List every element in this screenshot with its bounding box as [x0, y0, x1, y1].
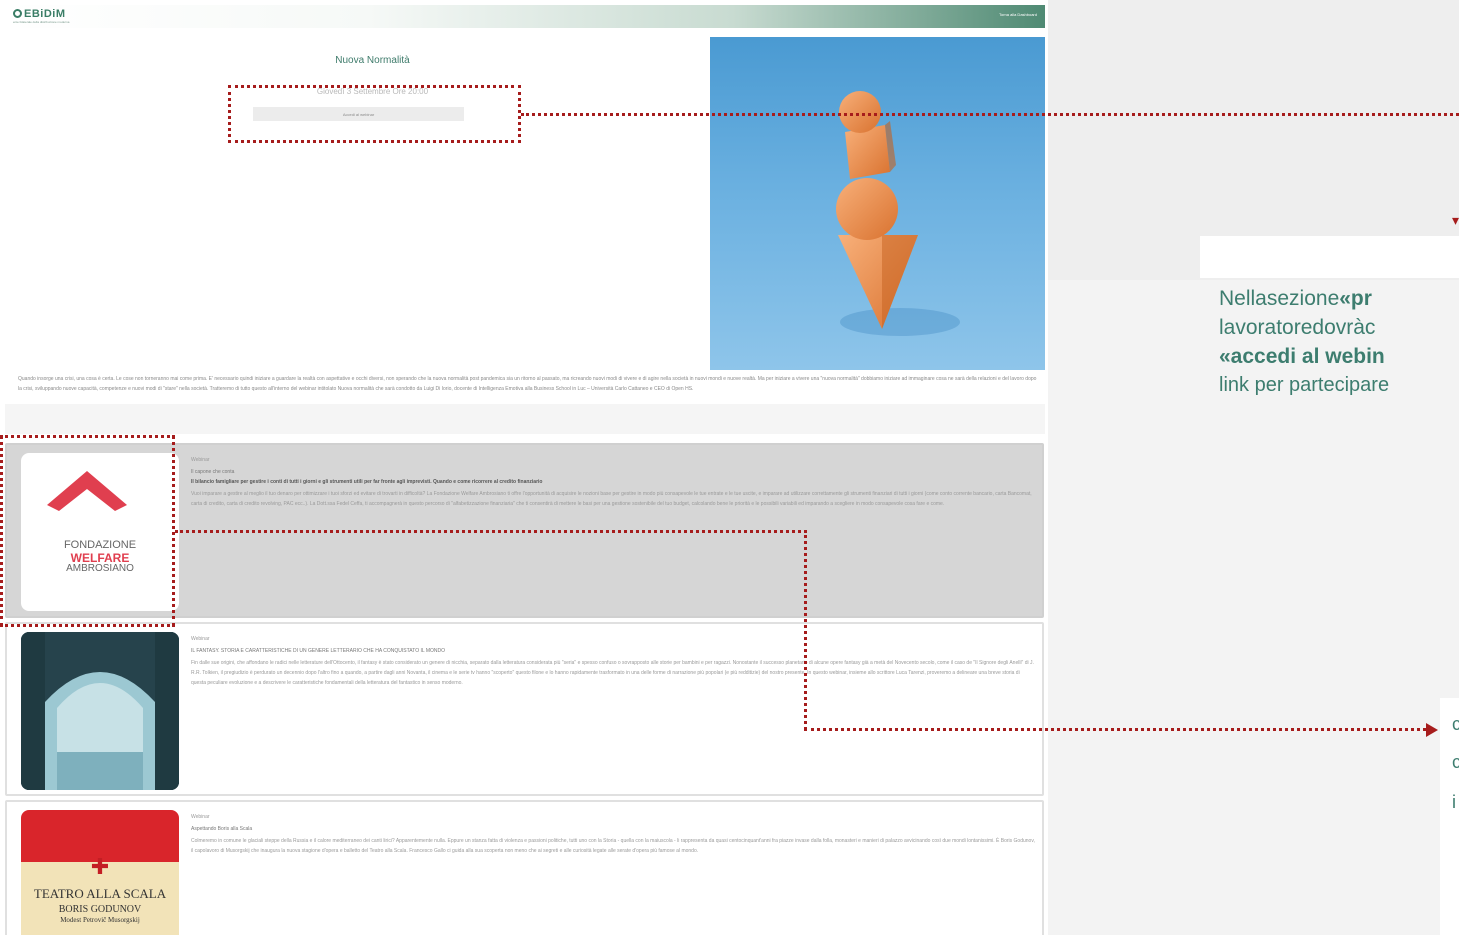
- app-header: EBiDiM ente bilaterale della distribuzio…: [5, 5, 1045, 28]
- poster-line2: BORIS GODUNOV: [58, 904, 142, 915]
- cross-icon: ✚: [90, 854, 110, 879]
- card-category: Webinar: [191, 457, 210, 463]
- card-text: Webinar IL FANTASY. STORIA E CARATTERIST…: [191, 636, 1036, 688]
- card-text: Webinar Il capone che conta Il bilancio …: [191, 457, 1036, 509]
- arrow-right-icon: [1426, 723, 1438, 737]
- logo-icon: [13, 9, 22, 18]
- poster-line3: Modest Petrovič Musorgskij: [60, 916, 140, 924]
- callout2-line1: c: [1452, 714, 1459, 734]
- card-body: Vuoi imparare a gestire al meglio il tuo…: [191, 491, 1032, 507]
- section-separator: [5, 404, 1045, 434]
- callout2-line3: i: [1452, 792, 1456, 812]
- brand-logo[interactable]: EBiDiM: [13, 8, 66, 20]
- fantasy-arch-image: [21, 632, 179, 790]
- arch-illustration: [21, 632, 179, 790]
- highlight-box-card-logo: [0, 435, 175, 627]
- hero-image: [710, 37, 1045, 370]
- card-body: Colmeremo in comune le glaciali steppe d…: [191, 838, 1035, 854]
- instruction-callout: Nellasezione«pr lavoratoredovràc «accedi…: [1219, 287, 1390, 396]
- poster-line1: TEATRO ALLA SCALA: [33, 886, 167, 901]
- brand-subtitle: ente bilaterale della distribuzione mode…: [13, 20, 70, 24]
- card-category: Webinar: [191, 636, 210, 642]
- card-body: Fin dalle sue origini, che affondano le …: [191, 660, 1034, 686]
- presentation-slide: Nellasezione«pr lavoratoredovràc «accedi…: [0, 0, 1459, 935]
- annotation-strip: [1200, 236, 1459, 278]
- highlight-box-access-button: [228, 85, 521, 143]
- back-to-dashboard-link[interactable]: Torna alla Dashboard: [999, 12, 1037, 17]
- balanced-shapes-illustration: [836, 91, 960, 336]
- webinar-card[interactable]: Webinar IL FANTASY. STORIA E CARATTERIST…: [5, 622, 1044, 796]
- highlight-connector-top: [521, 113, 1459, 116]
- card-category: Webinar: [191, 814, 210, 820]
- card-title[interactable]: IL FANTASY. STORIA E CARATTERISTICHE DI …: [191, 648, 1036, 654]
- webinar-card[interactable]: ✚ TEATRO ALLA SCALA BORIS GODUNOV Modest…: [5, 800, 1044, 935]
- webinar-description: Quando insorge una crisi, una cosa è cer…: [18, 376, 1037, 392]
- card-title[interactable]: Il bilancio famigliare per gestire i con…: [191, 479, 1036, 485]
- card-subtitle: Il capone che conta: [191, 469, 235, 475]
- teatro-scala-image: ✚ TEATRO ALLA SCALA BORIS GODUNOV Modest…: [21, 810, 179, 935]
- webinar-title: Nuova Normalità: [335, 55, 410, 66]
- callout2-line2: c: [1452, 752, 1459, 772]
- highlight-connector-vertical: [804, 530, 807, 730]
- highlight-connector-bottom: [804, 728, 1426, 731]
- card-text: Webinar Aspettando Boris alla Scala Colm…: [191, 814, 1036, 856]
- highlight-connector-mid: [175, 530, 807, 533]
- card-title[interactable]: Aspettando Boris alla Scala: [191, 826, 1036, 832]
- arrow-tip-icon: ▾: [1452, 212, 1459, 228]
